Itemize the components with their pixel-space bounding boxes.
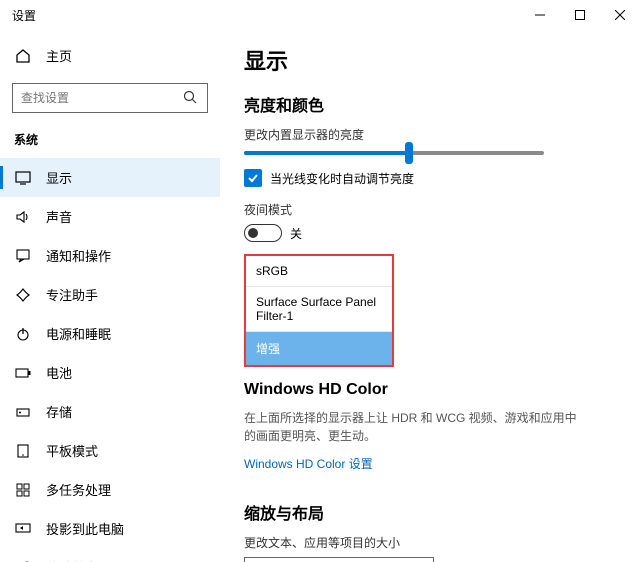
nav-label: 体验共享 <box>46 558 98 562</box>
nav-label: 专注助手 <box>46 285 98 304</box>
nav-battery[interactable]: 电池 <box>0 353 220 392</box>
nav-shared[interactable]: 体验共享 <box>0 548 220 562</box>
scale-section-title: 缩放与布局 <box>244 500 616 524</box>
nav-label: 平板模式 <box>46 441 98 460</box>
dropdown-option-srgb[interactable]: sRGB <box>246 256 392 287</box>
brightness-label: 更改内置显示器的亮度 <box>244 126 616 143</box>
storage-icon <box>14 403 32 421</box>
sidebar: 主页 系统 显示 声音 通知和操作 专注助手 电源和睡眠 电池 <box>0 30 220 562</box>
battery-icon <box>14 364 32 382</box>
hd-color-title: Windows HD Color <box>244 381 616 399</box>
close-button[interactable] <box>600 0 640 30</box>
search-field[interactable] <box>21 91 183 105</box>
nav-label: 多任务处理 <box>46 480 111 499</box>
window-title: 设置 <box>12 7 520 24</box>
slider-thumb[interactable] <box>405 142 413 164</box>
home-button[interactable]: 主页 <box>0 38 220 73</box>
page-title: 显示 <box>244 44 616 76</box>
scale-select[interactable]: 200% (推荐) <box>244 557 434 562</box>
tablet-icon <box>14 442 32 460</box>
nav-project[interactable]: 投影到此电脑 <box>0 509 220 548</box>
auto-brightness-checkbox[interactable] <box>244 169 262 187</box>
nav-focus-assist[interactable]: 专注助手 <box>0 275 220 314</box>
nav-display[interactable]: 显示 <box>0 158 220 197</box>
display-icon <box>14 169 32 187</box>
nav-multitask[interactable]: 多任务处理 <box>0 470 220 509</box>
search-input[interactable] <box>12 83 208 113</box>
content-area: 显示 亮度和颜色 更改内置显示器的亮度 当光线变化时自动调节亮度 夜间模式 关 … <box>220 30 640 562</box>
section-label: 系统 <box>0 127 220 158</box>
search-icon <box>183 90 199 106</box>
hd-color-desc: 在上面所选择的显示器上让 HDR 和 WCG 视频、游戏和应用中的画面更明亮、更… <box>244 409 584 445</box>
sound-icon <box>14 208 32 226</box>
brightness-section-title: 亮度和颜色 <box>244 92 616 116</box>
hd-color-link[interactable]: Windows HD Color 设置 <box>244 455 373 472</box>
home-label: 主页 <box>46 46 72 65</box>
nav-label: 声音 <box>46 207 72 226</box>
focus-icon <box>14 286 32 304</box>
dropdown-option-surface[interactable]: Surface Surface Panel Filter-1 <box>246 287 392 332</box>
night-light-toggle[interactable] <box>244 224 282 242</box>
share-icon <box>14 559 32 562</box>
nav-label: 通知和操作 <box>46 246 111 265</box>
brightness-slider[interactable] <box>244 151 544 155</box>
color-profile-dropdown[interactable]: sRGB Surface Surface Panel Filter-1 增强 <box>244 254 394 367</box>
nav-tablet[interactable]: 平板模式 <box>0 431 220 470</box>
nav-power[interactable]: 电源和睡眠 <box>0 314 220 353</box>
nav-label: 电源和睡眠 <box>46 324 111 343</box>
auto-brightness-label: 当光线变化时自动调节亮度 <box>270 170 414 187</box>
nav-label: 显示 <box>46 168 72 187</box>
nav-sound[interactable]: 声音 <box>0 197 220 236</box>
home-icon <box>14 47 32 65</box>
notifications-icon <box>14 247 32 265</box>
nav-storage[interactable]: 存储 <box>0 392 220 431</box>
multitask-icon <box>14 481 32 499</box>
project-icon <box>14 520 32 538</box>
night-light-label: 夜间模式 <box>244 201 616 218</box>
power-icon <box>14 325 32 343</box>
toggle-state: 关 <box>290 225 302 242</box>
maximize-button[interactable] <box>560 0 600 30</box>
slider-fill <box>244 151 409 155</box>
nav-label: 投影到此电脑 <box>46 519 124 538</box>
nav-label: 存储 <box>46 402 72 421</box>
minimize-button[interactable] <box>520 0 560 30</box>
nav-notifications[interactable]: 通知和操作 <box>0 236 220 275</box>
nav-label: 电池 <box>46 363 72 382</box>
dropdown-option-enhanced[interactable]: 增强 <box>246 332 392 365</box>
check-icon <box>247 172 259 184</box>
scale-label: 更改文本、应用等项目的大小 <box>244 534 616 551</box>
